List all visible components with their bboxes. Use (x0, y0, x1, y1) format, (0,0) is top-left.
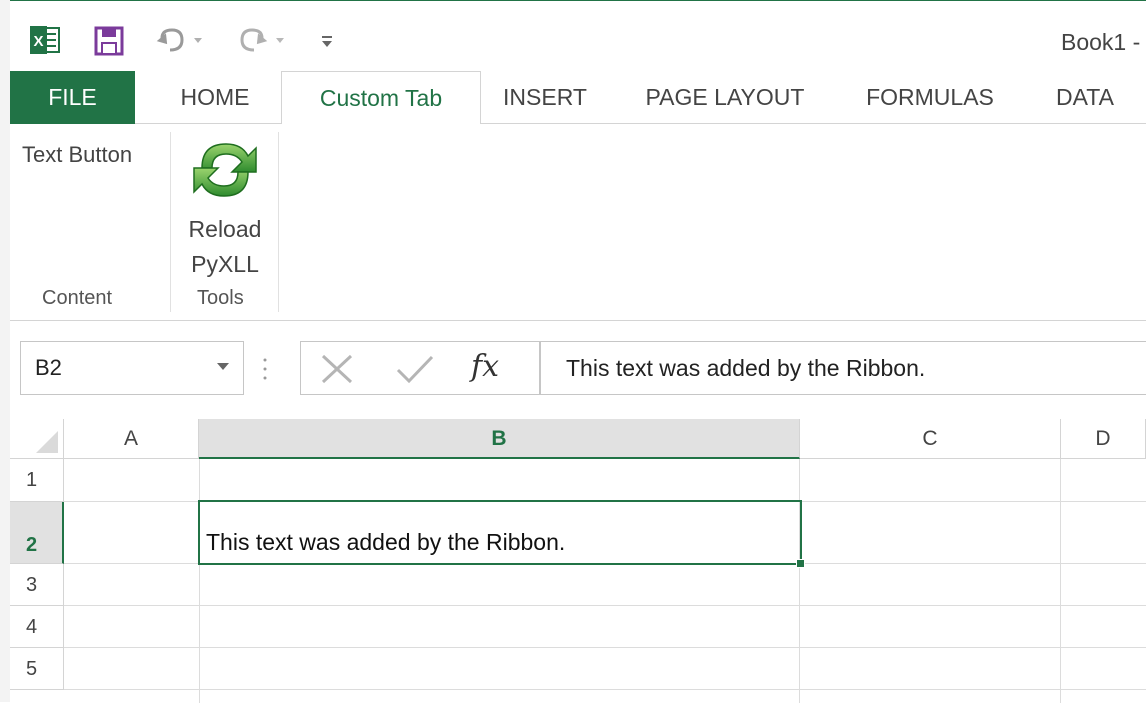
cancel-icon[interactable] (319, 354, 355, 384)
window-title: Book1 - (1061, 29, 1141, 55)
redo-icon[interactable] (238, 26, 288, 54)
select-all-icon (36, 431, 58, 453)
ribbon-panel: Text Button Content Reload PyXLL Tools (10, 124, 1146, 321)
row-header-2[interactable]: 2 (10, 502, 64, 564)
name-box[interactable]: B2 (20, 341, 244, 395)
grid-line (64, 689, 1146, 690)
column-header-c[interactable]: C (800, 419, 1061, 459)
grid-line (799, 459, 800, 703)
name-box-value: B2 (35, 355, 62, 380)
svg-text:X: X (33, 33, 43, 50)
grid-line (64, 647, 1146, 648)
customize-qat-icon[interactable] (320, 31, 334, 51)
save-icon[interactable] (94, 26, 124, 56)
group-label-content: Content (42, 287, 113, 309)
row-header-4[interactable]: 4 (10, 606, 64, 648)
tab-insert[interactable]: INSERT (490, 71, 600, 124)
text-button[interactable]: Text Button (22, 142, 132, 168)
reload-label-line1: Reload (188, 216, 262, 242)
tab-data[interactable]: DATA (1040, 71, 1130, 124)
chevron-down-icon[interactable] (217, 363, 229, 370)
group-separator (170, 132, 171, 312)
tab-custom[interactable]: Custom Tab (281, 71, 481, 125)
ribbon-tabs: FILE HOME Custom Tab INSERT PAGE LAYOUT … (10, 71, 1146, 125)
column-header-d[interactable]: D (1061, 419, 1146, 459)
grid-line (199, 459, 200, 703)
undo-icon[interactable] (156, 26, 206, 54)
vertical-dots-icon (263, 358, 267, 380)
tab-page-layout[interactable]: PAGE LAYOUT (630, 71, 820, 124)
check-icon[interactable] (395, 354, 435, 384)
grid-line (1060, 459, 1061, 703)
row-header-3[interactable]: 3 (10, 564, 64, 606)
row-header-1[interactable]: 1 (10, 459, 64, 502)
select-all-corner[interactable] (10, 419, 64, 459)
tab-formulas[interactable]: FORMULAS (850, 71, 1010, 124)
formula-value: This text was added by the Ribbon. (566, 355, 926, 381)
excel-window: X Book1 - FILE HOME Custom Tab INSERT PA… (10, 0, 1146, 703)
reload-icon[interactable] (190, 134, 260, 206)
reload-pyxll-button[interactable]: Reload PyXLL (180, 212, 270, 282)
formula-buttons: fx (300, 341, 540, 395)
grid-line (64, 605, 1146, 606)
excel-logo-icon: X (30, 26, 60, 54)
insert-function-icon[interactable]: fx (471, 349, 499, 384)
group-separator (278, 132, 279, 312)
reload-label-line2: PyXLL (191, 251, 259, 277)
row-header-5[interactable]: 5 (10, 648, 64, 690)
group-label-tools: Tools (197, 287, 244, 309)
formula-input[interactable]: This text was added by the Ribbon. (540, 341, 1146, 395)
column-header-b[interactable]: B (199, 419, 800, 459)
tab-file[interactable]: FILE (10, 71, 135, 124)
formula-bar: B2 fx This text was added by the Ribbon. (10, 321, 1146, 419)
quick-access-toolbar: X Book1 - (10, 1, 1146, 71)
column-header-a[interactable]: A (64, 419, 199, 459)
cell-b2-text: This text was added by the Ribbon. (206, 529, 566, 555)
spreadsheet-grid[interactable]: A B C D 1 2 3 4 5 This text was added by… (10, 419, 1146, 703)
tab-home[interactable]: HOME (160, 71, 270, 124)
fill-handle[interactable] (796, 559, 805, 568)
